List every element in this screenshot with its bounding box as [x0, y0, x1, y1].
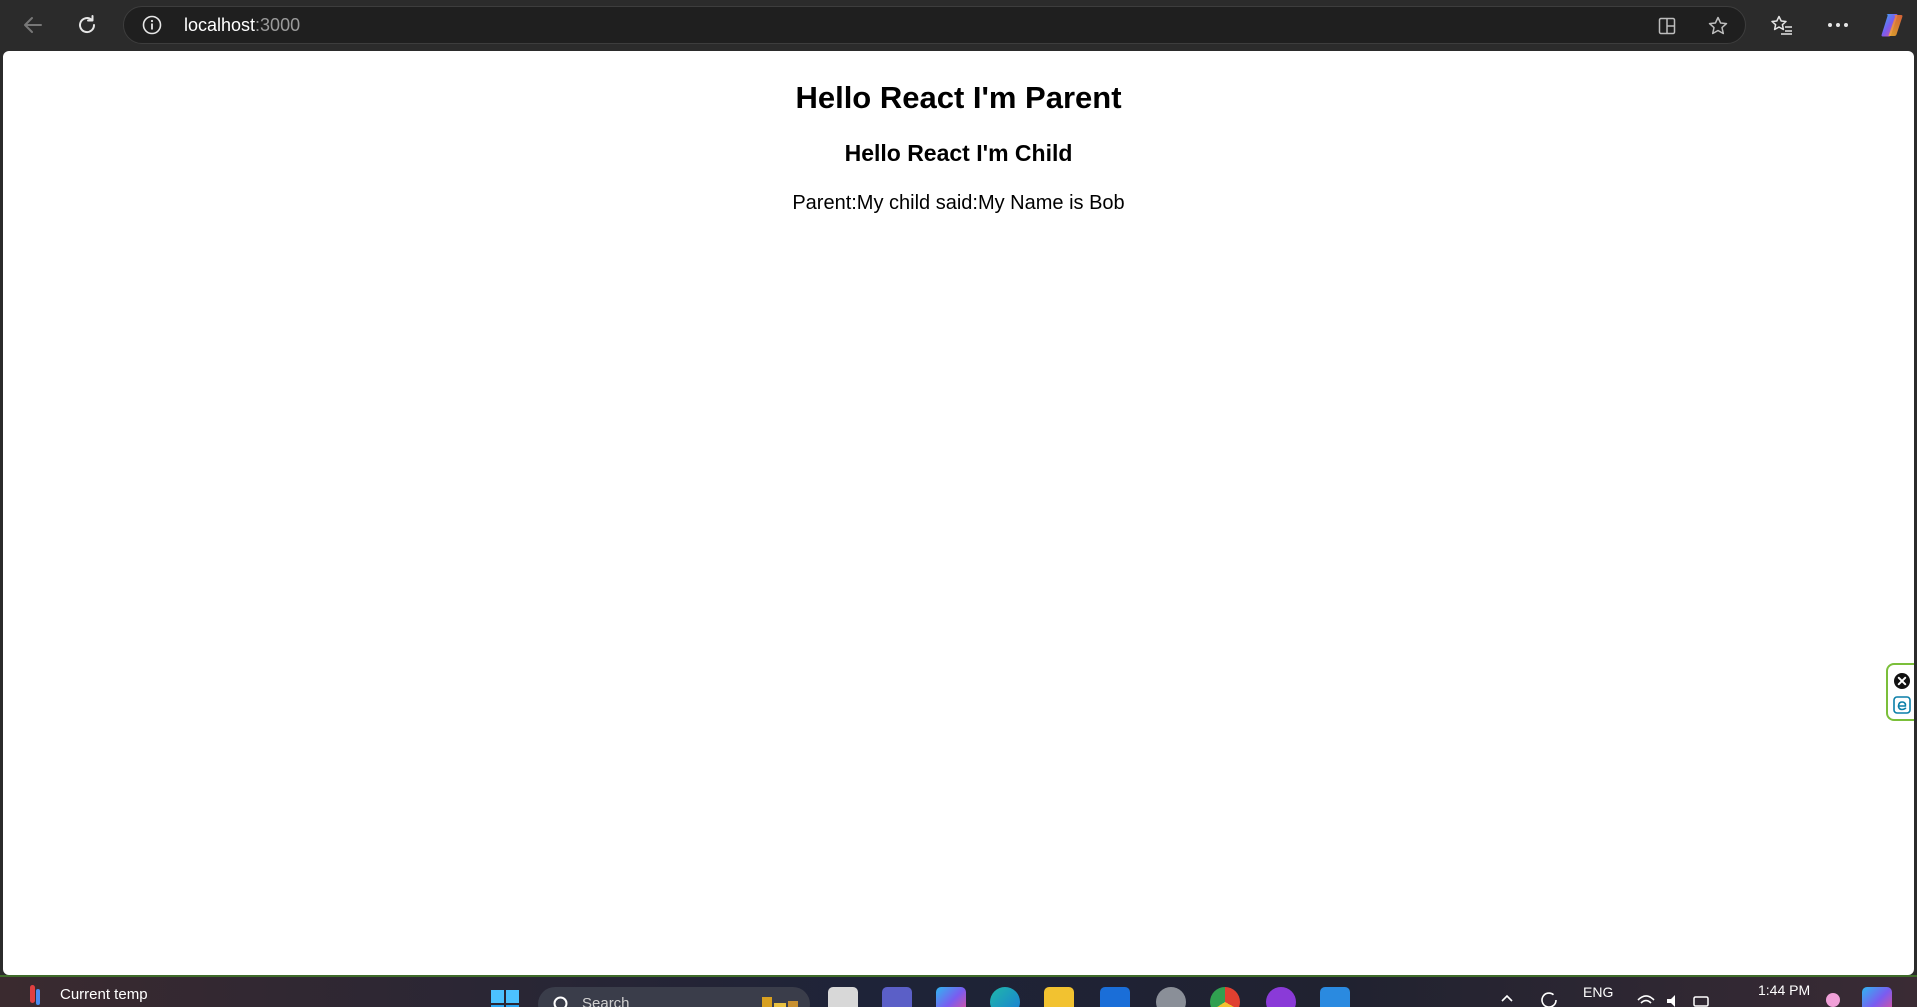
- copilot-tray-icon[interactable]: [1862, 987, 1892, 1007]
- teams-icon[interactable]: [882, 987, 912, 1007]
- split-screen-button[interactable]: [1655, 14, 1679, 38]
- child-heading: Hello React I'm Child: [844, 140, 1073, 166]
- start-button[interactable]: [490, 989, 520, 1007]
- mail-icon[interactable]: [1100, 987, 1130, 1007]
- url-text[interactable]: localhost:3000: [184, 15, 300, 35]
- parent-heading: Hello React I'm Parent: [795, 80, 1122, 115]
- notification-dot-icon[interactable]: [1826, 993, 1840, 1007]
- task-view-icon[interactable]: [828, 987, 858, 1007]
- split-screen-icon: [1658, 17, 1676, 35]
- sync-icon[interactable]: [1538, 989, 1560, 1007]
- favorites-icon: [1771, 15, 1792, 35]
- edge-icon[interactable]: [1893, 696, 1911, 714]
- more-button[interactable]: [1820, 9, 1856, 41]
- wifi-icon[interactable]: [1636, 991, 1656, 1007]
- favorite-button[interactable]: [1706, 14, 1730, 38]
- ellipsis-icon: [1828, 23, 1848, 27]
- close-circle-icon[interactable]: [1893, 672, 1911, 690]
- vscode-icon[interactable]: [1320, 987, 1350, 1007]
- url-port: :3000: [255, 15, 301, 35]
- windows-icon: [491, 990, 519, 1007]
- copilot-icon: [1881, 14, 1903, 37]
- edge-taskbar-icon[interactable]: [990, 987, 1020, 1007]
- favorites-button[interactable]: [1764, 9, 1800, 41]
- settings-icon[interactable]: [1156, 987, 1186, 1007]
- taskbar-search[interactable]: Search: [538, 987, 810, 1007]
- volume-icon[interactable]: [1664, 991, 1684, 1007]
- file-explorer-icon[interactable]: [1044, 987, 1074, 1007]
- back-button[interactable]: [16, 9, 50, 41]
- language-indicator[interactable]: ENG: [1583, 984, 1613, 1000]
- battery-icon[interactable]: [1692, 991, 1712, 1007]
- app-purple-icon[interactable]: [1266, 987, 1296, 1007]
- arrow-left-icon: [24, 17, 42, 33]
- taskbar: Current temp Search ENG 1:44 PM: [0, 975, 1917, 1007]
- weather-label: Current temp: [60, 985, 148, 1003]
- clock-time[interactable]: 1:44 PM: [1758, 982, 1810, 998]
- parent-message: Parent:My child said:My Name is Bob: [792, 192, 1125, 214]
- search-icon: [553, 996, 568, 1007]
- star-icon: [1708, 16, 1728, 35]
- refresh-button[interactable]: [70, 9, 104, 41]
- search-placeholder: Search: [582, 995, 630, 1007]
- chrome-icon[interactable]: [1210, 987, 1240, 1007]
- url-host: localhost: [184, 15, 256, 35]
- thermometer-icon: [30, 985, 40, 1005]
- side-widget: [1886, 663, 1914, 721]
- address-bar[interactable]: localhost:3000: [123, 6, 1746, 44]
- browser-toolbar: localhost:3000: [0, 0, 1917, 50]
- search-highlight-icon: [762, 997, 798, 1007]
- refresh-icon: [79, 15, 96, 34]
- chevron-up-icon[interactable]: [1500, 991, 1514, 1005]
- page-viewport: Hello React I'm Parent Hello React I'm C…: [3, 51, 1914, 975]
- copilot-app-icon[interactable]: [936, 987, 966, 1007]
- weather-widget[interactable]: Current temp: [24, 981, 148, 1007]
- app-root: Hello React I'm Parent Hello React I'm C…: [3, 51, 1914, 216]
- site-info-button[interactable]: [142, 15, 162, 35]
- copilot-button[interactable]: [1874, 9, 1910, 41]
- info-icon: [142, 15, 162, 35]
